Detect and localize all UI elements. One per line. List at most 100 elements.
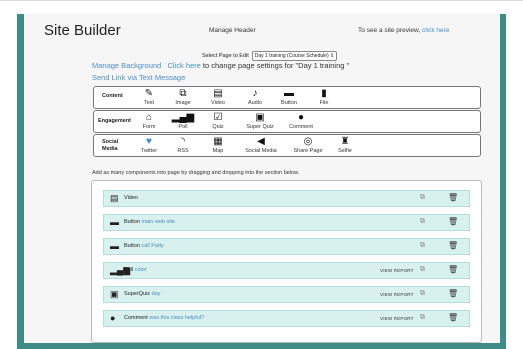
component-type: Button bbox=[124, 243, 140, 249]
tool-file[interactable]: ▮ File bbox=[304, 88, 344, 107]
bottom-frame-bar bbox=[24, 343, 500, 349]
right-gutter bbox=[506, 14, 523, 349]
tool-file-label: File bbox=[319, 100, 329, 106]
image-icon: ⧉ bbox=[179, 88, 187, 99]
component-title: Button main web site bbox=[124, 219, 175, 225]
view-report-link[interactable]: VIEW REPORT bbox=[380, 268, 414, 273]
page-select-value: Day 1 training (Course Schedule) bbox=[254, 53, 329, 59]
view-report-link[interactable]: VIEW REPORT bbox=[380, 292, 414, 297]
social-label-line1: Social bbox=[102, 139, 119, 145]
component-row[interactable]: ● Comment was this class helpful? VIEW R… bbox=[103, 310, 470, 327]
social-label-line2: Media bbox=[102, 145, 118, 152]
tool-image-label: Image bbox=[175, 100, 191, 106]
tool-rss[interactable]: ◝ RSS bbox=[163, 136, 203, 155]
page-select-label: Select Page to Edit bbox=[202, 53, 249, 59]
tool-social-media-label: Social Media bbox=[245, 148, 277, 154]
component-type: Poll bbox=[124, 267, 134, 273]
tool-comment-label: Comment bbox=[289, 124, 313, 130]
manage-header-link[interactable]: Manage Header bbox=[209, 27, 256, 34]
copy-icon[interactable]: ⧉ bbox=[420, 314, 425, 322]
click-here-link[interactable]: Click here bbox=[167, 61, 200, 70]
trash-icon[interactable]: 🗑 bbox=[448, 313, 458, 322]
page-select-row: Select Page to Edit Day 1 training (Cour… bbox=[202, 51, 338, 61]
view-report-link[interactable]: VIEW REPORT bbox=[380, 316, 414, 321]
tool-poll[interactable]: ▂▄▆ Poll bbox=[163, 112, 203, 131]
tool-super-quiz[interactable]: ▣ Super Quiz bbox=[240, 112, 280, 131]
content-toolbar: Content ✎ Text ⧉ Image ▤ Video ♪ Audio ▬… bbox=[93, 86, 481, 109]
top-divider bbox=[0, 0, 523, 1]
component-sub[interactable]: call Patty bbox=[141, 243, 163, 249]
component-type: Video bbox=[124, 195, 138, 201]
tool-social-media[interactable]: ◀ Social Media bbox=[241, 136, 281, 155]
tool-poll-label: Poll bbox=[178, 124, 188, 130]
component-sub[interactable]: was this class helpful? bbox=[149, 315, 204, 321]
trash-icon[interactable]: 🗑 bbox=[448, 289, 458, 298]
map-icon: ▦ bbox=[213, 136, 223, 147]
bar-chart-icon: ▂▄▆ bbox=[171, 112, 195, 123]
rss-icon: ◝ bbox=[181, 136, 185, 147]
tool-comment[interactable]: ● Comment bbox=[281, 112, 321, 131]
video-icon: ▤ bbox=[213, 88, 223, 99]
preview-text: To see a site preview, click here bbox=[358, 27, 449, 34]
manage-background-link[interactable]: Manage Background bbox=[92, 61, 161, 70]
component-title: Poll color bbox=[124, 267, 147, 273]
component-row[interactable]: ▬ Button main web site ⧉ 🗑 bbox=[103, 214, 470, 231]
tool-map-label: Map bbox=[212, 148, 224, 154]
engagement-toolbar: Engagement ⌂ Form ▂▄▆ Poll ☑ Quiz ▣ Supe… bbox=[93, 110, 481, 133]
component-title: Video bbox=[124, 195, 138, 201]
component-row[interactable]: ▤ Video ⧉ 🗑 bbox=[103, 190, 470, 207]
background-row: Manage Background Click here to change p… bbox=[92, 61, 349, 70]
trash-icon[interactable]: 🗑 bbox=[448, 217, 458, 226]
checkbox-icon: ☑ bbox=[213, 112, 223, 123]
speech-bubble-icon: ● bbox=[110, 313, 116, 323]
engagement-label: Engagement bbox=[98, 118, 132, 124]
component-row[interactable]: ▂▄▆ Poll color VIEW REPORT ⧉ 🗑 bbox=[103, 262, 470, 279]
tool-selfie[interactable]: ♜ Selfie bbox=[325, 136, 365, 155]
tool-image[interactable]: ⧉ Image bbox=[163, 88, 203, 107]
component-sub[interactable]: main web site bbox=[141, 219, 175, 225]
button-icon: ▬ bbox=[110, 217, 119, 227]
tool-super-quiz-label: Super Quiz bbox=[246, 124, 274, 130]
tool-button-label: Button bbox=[281, 100, 297, 106]
component-title: Button call Patty bbox=[124, 243, 164, 249]
component-type: SuperQuiz bbox=[124, 291, 150, 297]
select-arrows-icon: ⇕ bbox=[330, 53, 335, 59]
copy-icon[interactable]: ⧉ bbox=[420, 266, 425, 274]
tool-quiz-label: Quiz bbox=[212, 124, 224, 130]
tool-selfie-label: Selfie bbox=[338, 148, 352, 154]
component-sub[interactable]: day bbox=[152, 291, 161, 297]
component-sub[interactable]: color bbox=[135, 267, 147, 273]
component-title: Comment was this class helpful? bbox=[124, 315, 204, 321]
social-label: Social Media bbox=[102, 139, 118, 152]
trash-icon[interactable]: 🗑 bbox=[448, 193, 458, 202]
tool-quiz[interactable]: ☑ Quiz bbox=[198, 112, 238, 131]
tool-video[interactable]: ▤ Video bbox=[198, 88, 238, 107]
copy-icon[interactable]: ⧉ bbox=[420, 218, 425, 226]
tool-map[interactable]: ▦ Map bbox=[198, 136, 238, 155]
copy-icon[interactable]: ⧉ bbox=[420, 194, 425, 202]
tool-button[interactable]: ▬ Button bbox=[269, 88, 309, 107]
clipboard-icon: ▣ bbox=[255, 112, 265, 123]
page-select[interactable]: Day 1 training (Course Schedule) ⇕ bbox=[251, 51, 338, 61]
trash-icon[interactable]: 🗑 bbox=[448, 265, 458, 274]
send-link-sms[interactable]: Send Link via Text Message bbox=[92, 73, 185, 82]
tool-video-label: Video bbox=[211, 100, 225, 106]
copy-icon[interactable]: ⧉ bbox=[420, 290, 425, 298]
tool-share-page[interactable]: ◎ Share Page bbox=[288, 136, 328, 155]
tool-share-page-label: Share Page bbox=[293, 148, 323, 154]
video-icon: ▤ bbox=[110, 193, 119, 203]
page-settings-text: to change page settings for "Day 1 train… bbox=[202, 61, 350, 70]
file-icon: ▮ bbox=[321, 88, 327, 99]
trash-icon[interactable]: 🗑 bbox=[448, 241, 458, 250]
page-title: Site Builder bbox=[44, 22, 121, 39]
component-type: Comment bbox=[124, 315, 148, 321]
preview-label: To see a site preview, bbox=[358, 27, 421, 34]
copy-icon[interactable]: ⧉ bbox=[420, 242, 425, 250]
component-row[interactable]: ▣ SuperQuiz day VIEW REPORT ⧉ 🗑 bbox=[103, 286, 470, 303]
preview-link[interactable]: click here bbox=[422, 27, 449, 34]
content-label: Content bbox=[102, 93, 123, 99]
component-row[interactable]: ▬ Button call Patty ⧉ 🗑 bbox=[103, 238, 470, 255]
button-icon: ▬ bbox=[284, 88, 294, 99]
clipboard-icon: ▣ bbox=[110, 289, 119, 299]
social-toolbar: Social Media ♥ Twitter ◝ RSS ▦ Map ◀ Soc… bbox=[93, 134, 481, 157]
